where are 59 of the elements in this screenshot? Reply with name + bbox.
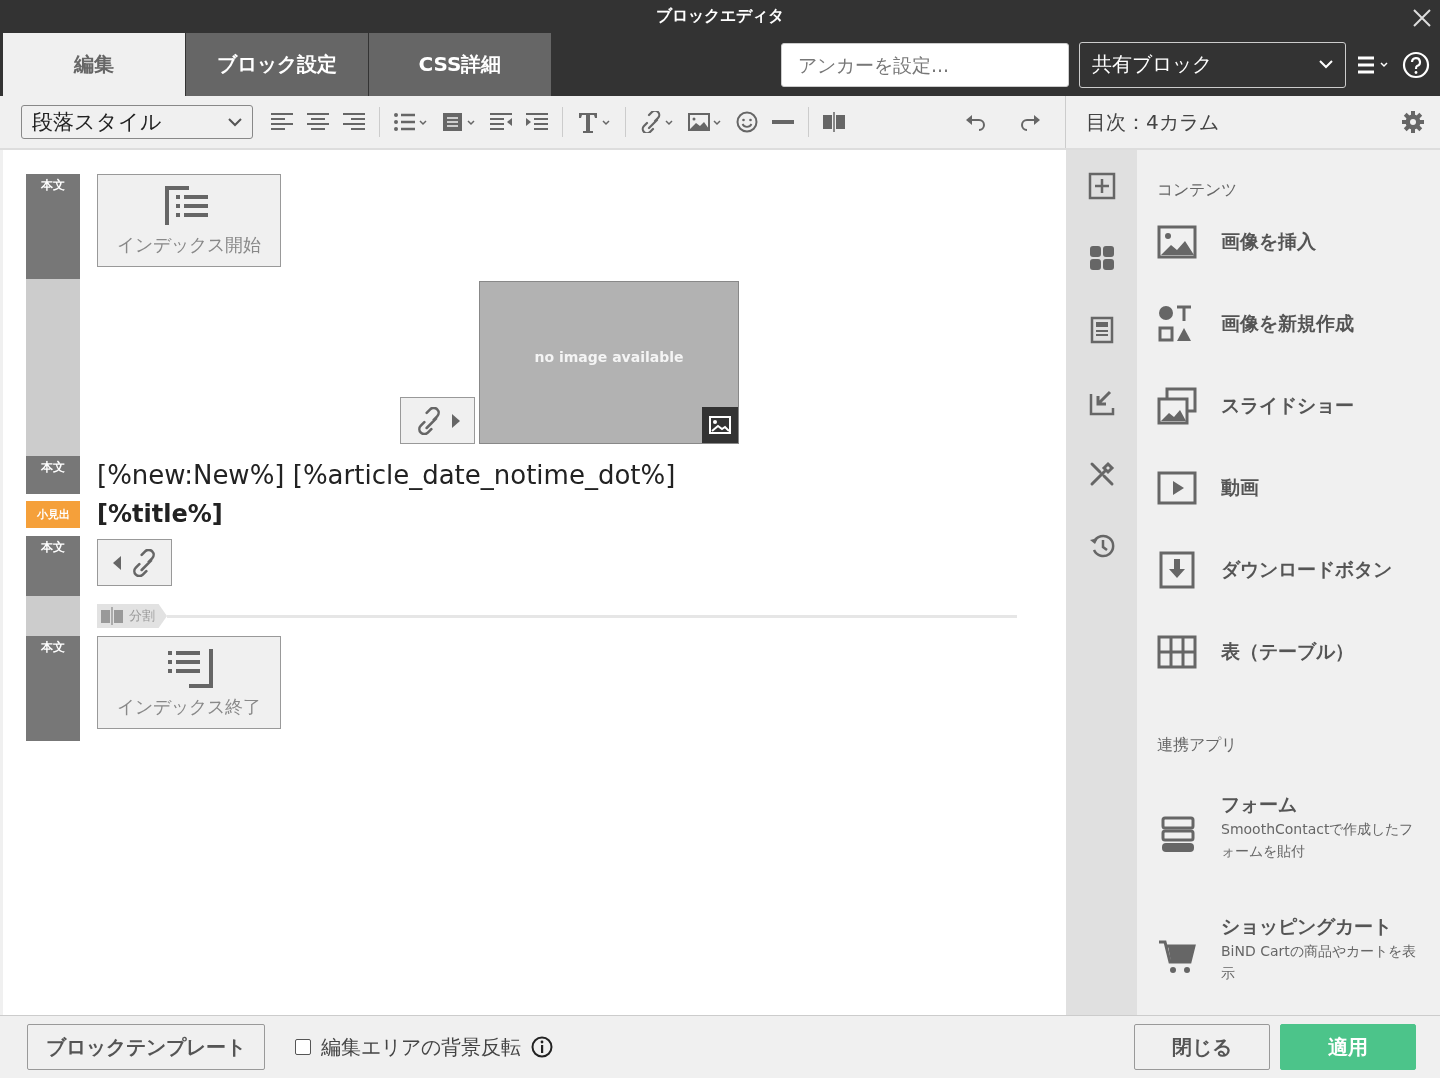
add-icon[interactable]: [1087, 172, 1116, 200]
slideshow-icon[interactable]: [1157, 386, 1197, 426]
item-title[interactable]: 画像を挿入: [1221, 229, 1316, 255]
link-button[interactable]: [400, 397, 475, 444]
item-title[interactable]: ショッピングカート: [1221, 914, 1417, 940]
shared-block-select[interactable]: 共有ブロック: [1079, 41, 1346, 88]
triangle-right-icon: [450, 412, 461, 429]
anchor-field[interactable]: アンカーを設定...: [781, 42, 1069, 87]
image-icon[interactable]: [709, 416, 731, 434]
triangle-left-icon: [111, 554, 122, 571]
import-icon[interactable]: [1087, 388, 1116, 416]
window-title: ブロックエディタ: [656, 6, 784, 27]
heading-text[interactable]: [%title%]: [97, 501, 1066, 528]
item-title[interactable]: 表（テーブル）: [1221, 639, 1354, 665]
item-title[interactable]: 画像を新規作成: [1221, 311, 1354, 337]
help-icon[interactable]: [1402, 50, 1430, 79]
chevron-icon: [228, 117, 242, 127]
link-button[interactable]: [97, 539, 172, 586]
item-description: SmoothContactで作成したフォームを貼付: [1221, 820, 1415, 861]
paragraph-style-select[interactable]: 段落スタイル: [21, 105, 253, 139]
link-icon[interactable]: [640, 111, 674, 133]
tab[interactable]: 編集: [3, 33, 185, 96]
emoji-icon[interactable]: [736, 111, 758, 133]
placeholder-tag-text[interactable]: [%new:New%] [%article_date_notime_dot%]: [97, 456, 1066, 494]
align-center-icon[interactable]: [307, 111, 329, 133]
item-title[interactable]: フォーム: [1221, 792, 1417, 818]
checkbox[interactable]: [295, 1039, 311, 1055]
block-icon[interactable]: [442, 111, 476, 133]
align-right-icon[interactable]: [343, 111, 365, 133]
align-left-icon[interactable]: [271, 111, 293, 133]
close-button[interactable]: 閉じる: [1134, 1024, 1270, 1070]
info-icon[interactable]: [531, 1036, 553, 1058]
item-title[interactable]: スライドショー: [1221, 393, 1354, 419]
tab[interactable]: ブロック設定: [186, 33, 368, 96]
close-icon[interactable]: [1412, 8, 1432, 28]
item-title[interactable]: ダウンロードボタン: [1221, 557, 1392, 583]
block-label[interactable]: 本文: [26, 536, 80, 596]
split-icon[interactable]: [823, 111, 845, 133]
block-label[interactable]: 本文: [26, 456, 80, 494]
template-button[interactable]: ブロックテンプレート: [27, 1024, 265, 1070]
download-icon[interactable]: [1157, 550, 1197, 590]
split-icon: [101, 607, 123, 625]
grid-icon[interactable]: [1087, 244, 1116, 272]
placeholder-text: no image available: [534, 349, 684, 367]
chevron-icon: [1319, 60, 1333, 69]
settings-icon[interactable]: [1402, 111, 1424, 133]
section-title: コンテンツ: [1157, 180, 1238, 201]
font-icon[interactable]: [577, 111, 611, 133]
tab[interactable]: CSS詳細: [369, 33, 551, 96]
section-title: 連携アプリ: [1157, 735, 1238, 756]
item-description: BiND Cartの商品やカートを表示: [1221, 942, 1417, 983]
list-icon[interactable]: [394, 111, 428, 133]
block-label[interactable]: 本文: [26, 636, 80, 741]
checkbox-label[interactable]: 編集エリアの背景反転: [321, 1033, 521, 1061]
panel-title: 目次：4カラム: [1086, 108, 1219, 136]
outdent-icon[interactable]: [490, 111, 512, 133]
block-label[interactable]: 本文: [26, 174, 80, 279]
item-title[interactable]: 動画: [1221, 475, 1259, 501]
indent-icon[interactable]: [526, 111, 548, 133]
